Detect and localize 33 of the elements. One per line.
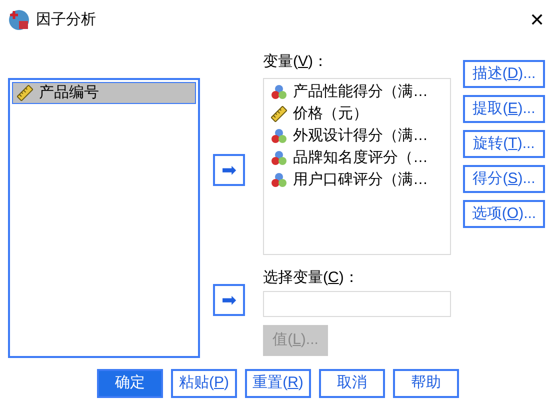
variable-item[interactable]: 外观设计得分（满… xyxy=(266,125,448,147)
variable-item[interactable]: 价格（元） xyxy=(266,103,448,125)
variables-label: 变量(V)： xyxy=(263,52,330,72)
dialog-button[interactable]: 取消 xyxy=(319,369,385,398)
dialog-button[interactable]: 粘贴(P) xyxy=(171,369,237,398)
variable-item[interactable]: 用户口碑评分（满… xyxy=(266,169,448,191)
dialog-button[interactable]: 得分(S)... xyxy=(463,165,545,193)
move-right-button[interactable]: ➡ xyxy=(213,154,245,186)
circles-icon xyxy=(271,150,287,166)
ok-button[interactable]: 确定 xyxy=(97,369,163,398)
dialog-button[interactable]: 描述(D)... xyxy=(463,60,545,88)
dialog-button[interactable]: 重置(R) xyxy=(245,369,311,398)
dialog-button[interactable]: 选项(O)... xyxy=(463,200,545,228)
variable-item[interactable]: 产品编号 xyxy=(12,82,196,104)
ruler-icon xyxy=(17,85,33,101)
source-variable-list[interactable]: 产品编号 xyxy=(8,78,200,358)
close-button[interactable]: ✕ xyxy=(522,5,552,35)
dialog-button[interactable]: 提取(E)... xyxy=(463,95,545,123)
dialog-button[interactable]: 帮助 xyxy=(393,369,459,398)
window-title: 因子分析 xyxy=(36,10,96,30)
move-right-button[interactable]: ➡ xyxy=(213,284,245,316)
selection-variable-label: 选择变量(C)： xyxy=(263,268,360,288)
variable-item[interactable]: 产品性能得分（满… xyxy=(266,81,448,103)
variable-item[interactable]: 品牌知名度评分（… xyxy=(266,147,448,169)
circles-icon xyxy=(271,84,287,100)
variables-list[interactable]: 产品性能得分（满… 价格（元） 外观设计得分（满… 品牌知名度评分（… 用户口碑评分（满… xyxy=(263,78,451,255)
ruler-icon xyxy=(271,106,287,122)
value-button: 值(L)... xyxy=(263,325,328,356)
circles-icon xyxy=(271,128,287,144)
dialog-button[interactable]: 旋转(T)... xyxy=(463,130,545,158)
selection-variable-field[interactable] xyxy=(263,291,451,317)
app-icon xyxy=(8,9,30,31)
circles-icon xyxy=(271,172,287,188)
